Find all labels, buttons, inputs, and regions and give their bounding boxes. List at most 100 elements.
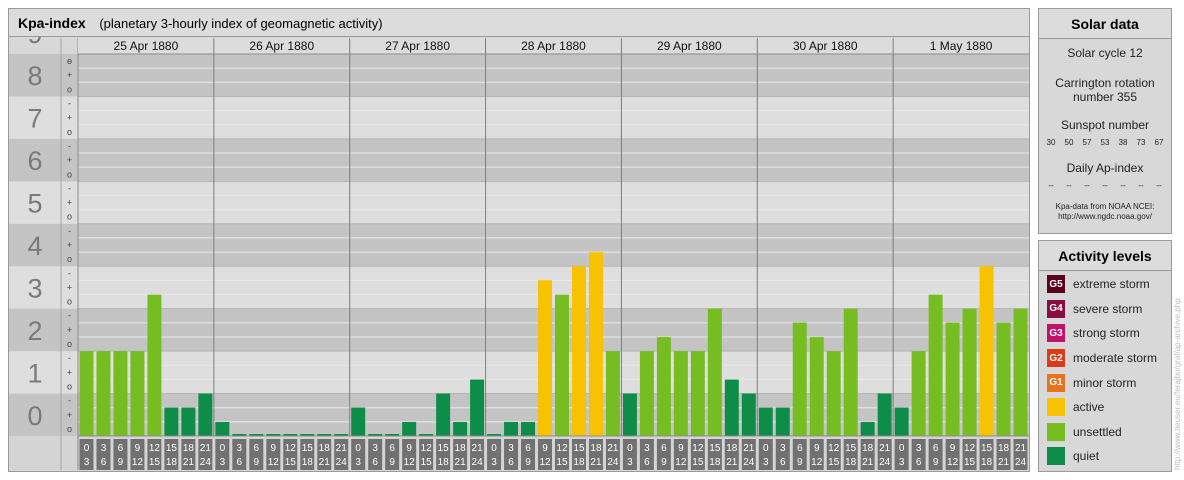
interval-start-label: 18: [862, 443, 874, 454]
interval-start-label: 15: [845, 443, 857, 454]
interval-start-label: 9: [814, 443, 820, 454]
y-tick-label: 6: [27, 146, 42, 176]
kp-bar: [979, 266, 994, 436]
carrington-line-1: Carrington rotation: [1055, 76, 1155, 90]
interval-start-label: 0: [627, 443, 633, 454]
legend-swatch: G5: [1047, 275, 1065, 294]
activity-levels-legend: Activity levels G5 extreme storm G4 seve…: [1038, 240, 1172, 472]
legend-item-severe-storm: G4 severe storm: [1039, 297, 1171, 322]
chart-title: Kpa-index: [18, 15, 86, 31]
y-tick-label: 5: [27, 189, 42, 219]
kpa-chart: 0123456789o+-o+-o+-o+-o+-o+-o+-o+-o+-o25…: [9, 19, 1029, 470]
interval-start-label: 9: [271, 443, 277, 454]
interval-end-label: 18: [981, 457, 993, 468]
kp-bar: [470, 379, 485, 436]
unit-band: [9, 393, 1029, 436]
kp-bar: [741, 393, 756, 436]
y-subtick-label: o: [67, 127, 72, 137]
interval-end-label: 3: [220, 457, 226, 468]
legend-swatch: G3: [1047, 324, 1065, 343]
kp-bar: [962, 308, 977, 436]
kp-bar: [792, 322, 807, 436]
interval-start-label: 6: [797, 443, 803, 454]
ap-value: --: [1048, 181, 1054, 190]
interval-end-label: 21: [726, 457, 738, 468]
y-subtick-label: +: [67, 198, 72, 208]
legend-label: strong storm: [1073, 326, 1140, 341]
y-subtick-label: +: [67, 155, 72, 165]
y-subtick-label: +: [67, 113, 72, 123]
kp-bar: [436, 393, 451, 436]
interval-end-label: 9: [254, 457, 260, 468]
legend-swatch: [1047, 447, 1065, 466]
kp-bar: [605, 351, 620, 436]
interval-end-label: 18: [302, 457, 314, 468]
kp-bar: [945, 322, 960, 436]
interval-end-label: 3: [84, 457, 90, 468]
day-label: 27 Apr 1880: [385, 39, 450, 53]
interval-end-label: 12: [539, 457, 551, 468]
data-source-line-2: http://www.ngdc.noaa.gov/: [1058, 212, 1152, 221]
interval-start-label: 18: [998, 443, 1010, 454]
unit-band: [9, 138, 1029, 182]
y-subtick-label: +: [67, 367, 72, 377]
sunspot-value: 53: [1100, 138, 1110, 147]
kp-bar: [877, 393, 892, 436]
kp-bar: [164, 407, 179, 436]
kp-bar: [826, 351, 841, 436]
day-label: 26 Apr 1880: [249, 39, 314, 53]
interval-start-label: 9: [135, 443, 141, 454]
ap-value: --: [1066, 181, 1072, 190]
y-tick-label: 4: [27, 231, 42, 261]
ap-value: --: [1120, 181, 1126, 190]
interval-start-label: 9: [950, 443, 956, 454]
ap-value: --: [1156, 181, 1162, 190]
interval-start-label: 15: [573, 443, 585, 454]
interval-end-label: 9: [525, 457, 531, 468]
interval-start-label: 18: [183, 443, 195, 454]
kp-bar: [215, 421, 230, 436]
interval-end-label: 24: [336, 457, 348, 468]
interval-start-label: 15: [438, 443, 450, 454]
kp-bar: [860, 421, 875, 436]
kp-bar: [775, 407, 790, 436]
y-subtick-label: -: [68, 99, 71, 109]
y-subtick-label: o: [67, 381, 72, 391]
interval-start-label: 0: [491, 443, 497, 454]
day-label: 29 Apr 1880: [657, 39, 722, 53]
interval-end-label: 9: [389, 457, 395, 468]
kp-bar: [656, 337, 671, 436]
kp-bar: [538, 280, 552, 436]
legend-swatch: [1047, 422, 1065, 441]
watermark: http://www.tieuser.eu/ferajbu/graf/ap-ar…: [1173, 298, 1182, 470]
y-subtick-label: o: [67, 56, 72, 66]
interval-end-label: 12: [404, 457, 416, 468]
interval-start-label: 15: [981, 443, 993, 454]
interval-end-label: 6: [508, 457, 514, 468]
kp-bar: [79, 351, 94, 436]
interval-end-label: 12: [947, 457, 959, 468]
interval-start-label: 12: [964, 443, 976, 454]
interval-start-label: 6: [933, 443, 939, 454]
interval-end-label: 9: [118, 457, 124, 468]
interval-end-label: 9: [933, 457, 939, 468]
y-tick-label: 1: [27, 358, 42, 388]
y-subtick-label: o: [67, 424, 72, 434]
y-subtick-label: o: [67, 84, 72, 94]
unit-band: [9, 181, 1029, 224]
kp-bar: [181, 407, 196, 436]
kp-bar: [453, 421, 468, 436]
legend-item-active: active: [1039, 395, 1171, 420]
interval-start-label: 18: [319, 443, 331, 454]
kp-bar: [588, 252, 603, 436]
interval-end-label: 18: [709, 457, 721, 468]
interval-start-label: 0: [220, 443, 226, 454]
kp-bar: [843, 308, 858, 436]
ap-value: --: [1102, 181, 1108, 190]
interval-start-label: 3: [237, 443, 243, 454]
kp-bar: [639, 351, 654, 436]
interval-start-label: 21: [336, 443, 348, 454]
solar-cycle: Solar cycle 12: [1067, 46, 1143, 60]
interval-end-label: 12: [268, 457, 280, 468]
ap-index-label: Daily Ap-index: [1066, 161, 1144, 175]
